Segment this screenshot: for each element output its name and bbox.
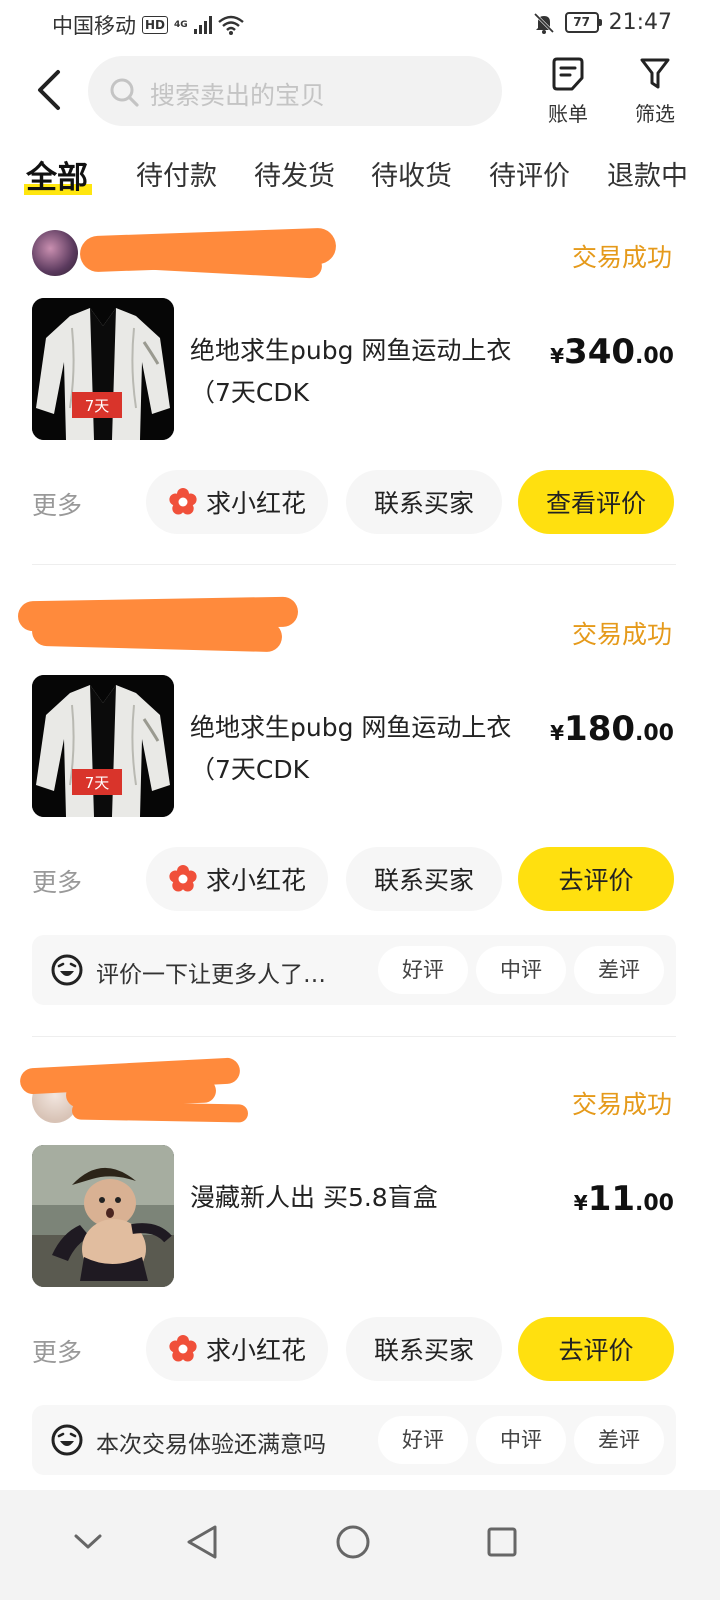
divider bbox=[32, 564, 676, 565]
write-review-button[interactable]: 去评价 bbox=[518, 847, 674, 911]
square-recents-icon bbox=[487, 1527, 517, 1557]
thumb-badge: 7天 bbox=[85, 397, 110, 415]
action-row: 更多 求小红花 联系买家 去评价 bbox=[32, 1317, 688, 1381]
flower-request-button[interactable]: 求小红花 bbox=[146, 470, 328, 534]
bill-button[interactable]: 账单 bbox=[532, 56, 604, 127]
rate-neutral-button[interactable]: 中评 bbox=[476, 1416, 566, 1464]
status-bar: 中国移动 HD 4G 77 21:47 bbox=[0, 0, 720, 48]
contact-buyer-button[interactable]: 联系买家 bbox=[346, 470, 502, 534]
rating-prompt: 评价一下让更多人了… bbox=[96, 962, 326, 988]
rate-good-button[interactable]: 好评 bbox=[378, 1416, 468, 1464]
nav-back-button[interactable] bbox=[172, 1512, 232, 1572]
view-review-button[interactable]: 查看评价 bbox=[518, 470, 674, 534]
product-title[interactable]: 绝地求生pubg 网鱼运动上衣（7天CDK bbox=[190, 707, 545, 791]
tab-refunding[interactable]: 退款中 bbox=[607, 154, 688, 193]
triangle-back-icon bbox=[187, 1525, 217, 1559]
nav-home-button[interactable] bbox=[323, 1512, 383, 1572]
price: ¥11.00 bbox=[573, 1179, 674, 1219]
item-row[interactable]: 漫藏新人出 买5.8盲盒 ¥11.00 bbox=[32, 1145, 688, 1287]
jacket-image: 7天 bbox=[32, 675, 174, 817]
product-title[interactable]: 漫藏新人出 买5.8盲盒 bbox=[190, 1177, 545, 1219]
write-review-button[interactable]: 去评价 bbox=[518, 1317, 674, 1381]
bell-muted-icon bbox=[533, 12, 554, 34]
order-status: 交易成功 bbox=[571, 243, 672, 272]
contact-buyer-button[interactable]: 联系买家 bbox=[346, 1317, 502, 1381]
product-image[interactable] bbox=[32, 1145, 174, 1287]
order-status: 交易成功 bbox=[571, 620, 672, 649]
rate-bad-button[interactable]: 差评 bbox=[574, 1416, 664, 1464]
chevron-down-icon bbox=[74, 1534, 102, 1549]
tab-all[interactable]: 全部 bbox=[24, 152, 92, 197]
rate-neutral-button[interactable]: 中评 bbox=[476, 946, 566, 994]
chevron-left-icon bbox=[38, 70, 60, 110]
nav-collapse-button[interactable] bbox=[58, 1512, 118, 1572]
more-button[interactable]: 更多 bbox=[32, 863, 82, 899]
happy-face-icon bbox=[51, 1424, 83, 1456]
back-button[interactable] bbox=[30, 68, 70, 112]
tab-pending-receipt[interactable]: 待收货 bbox=[371, 154, 452, 193]
item-row[interactable]: 7天 绝地求生pubg 网鱼运动上衣（7天CDK ¥340.00 bbox=[32, 298, 688, 440]
system-nav-bar bbox=[0, 1490, 720, 1600]
product-title[interactable]: 绝地求生pubg 网鱼运动上衣（7天CDK bbox=[190, 330, 545, 414]
more-button[interactable]: 更多 bbox=[32, 486, 82, 522]
order-tabs: 全部 待付款 待发货 待收货 待评价 退款中 bbox=[0, 150, 720, 200]
price: ¥340.00 bbox=[550, 332, 674, 372]
wifi-icon bbox=[217, 15, 244, 35]
divider bbox=[32, 1036, 676, 1037]
bill-icon bbox=[552, 57, 584, 91]
more-button[interactable]: 更多 bbox=[32, 1333, 82, 1369]
bill-label: 账单 bbox=[548, 102, 588, 126]
redacted-seller-name bbox=[71, 1101, 249, 1123]
tab-label: 全部 bbox=[26, 160, 88, 196]
clock: 21:47 bbox=[608, 10, 672, 35]
item-row[interactable]: 7天 绝地求生pubg 网鱼运动上衣（7天CDK ¥180.00 bbox=[32, 675, 688, 817]
flower-request-label: 求小红花 bbox=[205, 1336, 306, 1365]
happy-face-icon bbox=[51, 954, 83, 986]
nav-recents-button[interactable] bbox=[472, 1512, 532, 1572]
rating-prompt: 本次交易体验还满意吗 bbox=[96, 1432, 326, 1458]
price: ¥180.00 bbox=[550, 709, 674, 749]
tab-pending-review[interactable]: 待评价 bbox=[489, 154, 570, 193]
action-row: 更多 求小红花 联系买家 去评价 bbox=[32, 847, 688, 911]
product-image[interactable]: 7天 bbox=[32, 298, 174, 440]
filter-icon bbox=[640, 58, 670, 89]
contact-buyer-button[interactable]: 联系买家 bbox=[346, 847, 502, 911]
rate-good-button[interactable]: 好评 bbox=[378, 946, 468, 994]
network-type: 4G bbox=[174, 19, 188, 30]
tab-pending-shipment[interactable]: 待发货 bbox=[254, 154, 335, 193]
search-icon bbox=[110, 78, 139, 107]
tab-pending-payment[interactable]: 待付款 bbox=[136, 154, 217, 193]
redacted-seller-name bbox=[31, 615, 283, 653]
order-status: 交易成功 bbox=[571, 1090, 672, 1119]
action-row: 更多 求小红花 联系买家 查看评价 bbox=[32, 470, 688, 534]
battery-icon: 77 bbox=[564, 12, 602, 33]
product-image[interactable]: 7天 bbox=[32, 675, 174, 817]
quick-rating-bar: 评价一下让更多人了… 好评 中评 差评 bbox=[32, 935, 676, 1005]
signal-icon bbox=[193, 16, 212, 34]
baby-meme-image bbox=[32, 1145, 174, 1287]
flower-request-label: 求小红花 bbox=[205, 866, 306, 895]
avatar[interactable] bbox=[32, 230, 78, 276]
flower-icon bbox=[169, 1335, 197, 1362]
carrier-name: 中国移动 bbox=[52, 14, 136, 38]
flower-icon bbox=[169, 488, 197, 515]
filter-button[interactable]: 筛选 bbox=[619, 56, 691, 127]
quick-rating-bar: 本次交易体验还满意吗 好评 中评 差评 bbox=[32, 1405, 676, 1475]
filter-label: 筛选 bbox=[635, 102, 675, 126]
flower-request-button[interactable]: 求小红花 bbox=[146, 1317, 328, 1381]
flower-request-label: 求小红花 bbox=[205, 489, 306, 518]
search-input[interactable]: 搜索卖出的宝贝 bbox=[88, 56, 502, 126]
flower-icon bbox=[169, 865, 197, 892]
search-placeholder: 搜索卖出的宝贝 bbox=[150, 81, 326, 110]
rate-bad-button[interactable]: 差评 bbox=[574, 946, 664, 994]
thumb-badge: 7天 bbox=[85, 774, 110, 792]
header: 搜索卖出的宝贝 账单 筛选 bbox=[0, 52, 720, 132]
hd-icon: HD bbox=[142, 16, 169, 34]
circle-home-icon bbox=[336, 1525, 370, 1559]
flower-request-button[interactable]: 求小红花 bbox=[146, 847, 328, 911]
jacket-image: 7天 bbox=[32, 298, 174, 440]
